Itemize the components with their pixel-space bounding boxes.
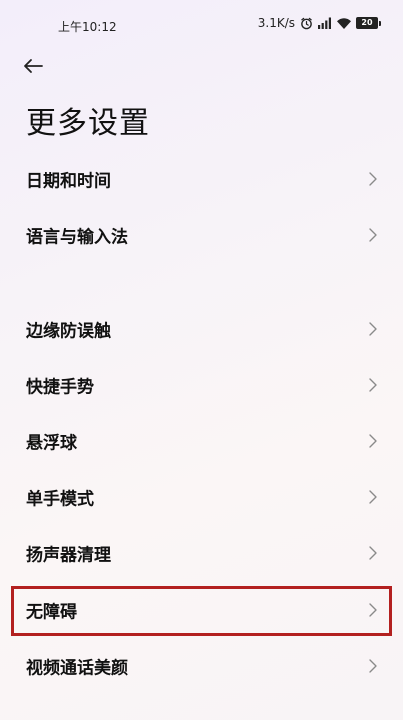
settings-item-label: 语言与输入法 bbox=[26, 227, 128, 248]
settings-item-speaker-clean[interactable]: 扬声器清理 bbox=[0, 525, 403, 581]
back-button[interactable] bbox=[22, 52, 58, 80]
chevron-right-icon bbox=[369, 172, 377, 186]
chevron-right-icon bbox=[369, 490, 377, 504]
chevron-right-icon bbox=[369, 659, 377, 673]
chevron-right-icon bbox=[369, 378, 377, 392]
signal-icon bbox=[318, 17, 332, 29]
settings-item-label: 视频通话美颜 bbox=[26, 658, 128, 679]
settings-item-label: 边缘防误触 bbox=[26, 321, 111, 342]
settings-item-edge-protection[interactable]: 边缘防误触 bbox=[0, 301, 403, 357]
settings-item-one-handed[interactable]: 单手模式 bbox=[0, 469, 403, 525]
settings-item-accessibility[interactable]: 无障碍 bbox=[0, 582, 403, 638]
status-bar: 上午10:12 3.1K/s 20 bbox=[0, 0, 403, 52]
chevron-right-icon bbox=[369, 322, 377, 336]
status-time: 上午10:12 bbox=[58, 20, 117, 34]
settings-item-label: 单手模式 bbox=[26, 489, 94, 510]
settings-item-date-time[interactable]: 日期和时间 bbox=[0, 151, 403, 207]
network-speed: 3.1K/s bbox=[257, 16, 295, 30]
chevron-right-icon bbox=[369, 546, 377, 560]
settings-item-label: 无障碍 bbox=[26, 602, 77, 623]
settings-item-label: 扬声器清理 bbox=[26, 545, 111, 566]
battery-tip bbox=[379, 20, 381, 26]
settings-item-floating-ball[interactable]: 悬浮球 bbox=[0, 413, 403, 469]
battery-icon: 20 bbox=[356, 17, 381, 29]
status-right-group: 3.1K/s 20 bbox=[258, 16, 381, 30]
settings-item-language-input[interactable]: 语言与输入法 bbox=[0, 207, 403, 263]
settings-item-gestures[interactable]: 快捷手势 bbox=[0, 357, 403, 413]
alarm-icon bbox=[300, 17, 313, 30]
battery-level: 20 bbox=[356, 17, 378, 29]
page-title: 更多设置 bbox=[26, 106, 150, 141]
arrow-left-icon bbox=[22, 58, 44, 74]
settings-item-label: 日期和时间 bbox=[26, 171, 111, 192]
settings-item-video-call-beauty[interactable]: 视频通话美颜 bbox=[0, 638, 403, 694]
settings-item-label: 悬浮球 bbox=[26, 433, 77, 454]
chevron-right-icon bbox=[369, 434, 377, 448]
wifi-icon bbox=[337, 17, 351, 29]
settings-item-label: 快捷手势 bbox=[26, 377, 94, 398]
chevron-right-icon bbox=[369, 603, 377, 617]
chevron-right-icon bbox=[369, 228, 377, 242]
